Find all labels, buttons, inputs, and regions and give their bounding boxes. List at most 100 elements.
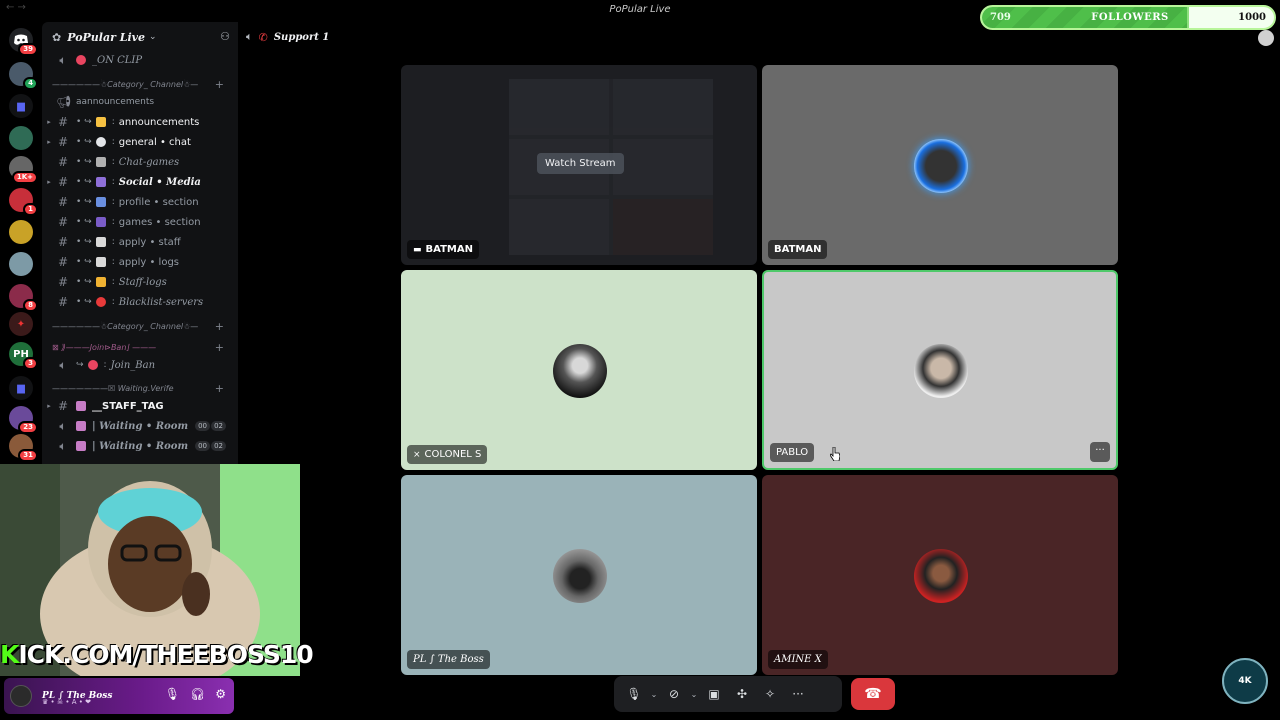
participant-name-tag: BATMAN [768, 240, 828, 259]
category-header[interactable]: ——————☃Category_ Channel☃— + [52, 76, 232, 92]
hash-icon: # [57, 215, 69, 229]
channel-blacklist-servers[interactable]: # • ↪: Blacklist-servers [42, 292, 238, 312]
discord-home-icon[interactable]: 39 [9, 28, 38, 56]
participant-name-tag: ▬ BATMAN [407, 240, 479, 259]
hash-icon: # [57, 135, 69, 149]
user-status: ♛ • ☠ • A • ❤ [42, 698, 91, 706]
server-icon[interactable]: 8 [9, 284, 38, 312]
server-header[interactable]: ✿ PoPular Live ⌄ ⚇ [42, 22, 238, 52]
participant-tile-the-boss[interactable]: PL ∫ The Boss [401, 475, 757, 675]
add-channel-icon[interactable]: + [215, 341, 224, 354]
more-options-button[interactable]: ··· [1090, 442, 1110, 462]
participant-tile-amine[interactable]: AMINE X [762, 475, 1118, 675]
chevron-down-icon[interactable]: ⌄ [648, 690, 660, 699]
activities-icon[interactable]: ✣ [728, 680, 756, 708]
voice-channel-on-clip[interactable]: 🔈︎ _ON CLIP [42, 50, 238, 70]
participant-name: PABLO [776, 447, 809, 458]
participant-tile-pablo[interactable]: PABLO ··· [762, 270, 1118, 470]
hash-icon: # [57, 295, 69, 309]
channel-chat-games[interactable]: # • ↪: Chat-games [42, 152, 238, 172]
clapper-icon [95, 157, 106, 167]
profile-icon [95, 197, 106, 207]
participant-name-tag: AMINE X [768, 650, 828, 669]
red-circle-icon [76, 55, 86, 65]
followers-goal: 1000 [1238, 12, 1266, 23]
chevron-down-icon[interactable]: ⌄ [688, 690, 700, 699]
soundboard-icon[interactable]: ✧ [756, 680, 784, 708]
wine-glass-icon [76, 401, 86, 411]
hash-icon: # [57, 235, 69, 249]
gear-icon[interactable]: ⚙ [215, 687, 226, 701]
channel-social-media[interactable]: ▸ # • ↪: Social • Media [42, 172, 238, 192]
channel-announcements[interactable]: ▸ # • ↪: announcements [42, 112, 238, 132]
channel-logo: 4K [1222, 658, 1268, 704]
category-header[interactable]: ⊠ ⟫———Join⊳Ban⌋ ——— + [52, 339, 232, 355]
category-header[interactable]: ———————☒ Waiting.Verife + [52, 380, 232, 396]
watch-stream-button[interactable]: Watch Stream [537, 153, 624, 174]
participant-name-tag: PABLO [770, 443, 815, 462]
channel-general-chat[interactable]: ▸ # • ↪: general • chat [42, 132, 238, 152]
channel-label: general • chat [118, 136, 191, 148]
avatar [914, 139, 968, 193]
add-person-icon[interactable]: ⚇ [220, 30, 230, 43]
channel-apply-staff[interactable]: # • ↪: apply • staff [42, 232, 238, 252]
channel-label: aannouncements [76, 97, 155, 107]
participant-tile-batman[interactable]: BATMAN [762, 65, 1118, 265]
server-badge: 1 [23, 203, 38, 216]
kick-url-text: ICK.COM/THEEBOSS10 [18, 640, 313, 669]
channel-games-section[interactable]: # • ↪: games • section [42, 212, 238, 232]
server-icon[interactable]: 31 [9, 434, 38, 462]
hash-icon: # [57, 115, 69, 129]
channel-profile-section[interactable]: # • ↪: profile • section [42, 192, 238, 212]
voice-channel-waiting-room[interactable]: 🔈︎ | Waiting • Room 00 02 [42, 436, 238, 456]
add-channel-icon[interactable]: + [215, 78, 224, 91]
document-icon [95, 237, 106, 247]
server-badge: 31 [18, 449, 38, 462]
add-channel-icon[interactable]: + [215, 320, 224, 333]
folder-icon[interactable]: ▆ [9, 94, 33, 118]
channel-label: Join_Ban [110, 359, 156, 371]
server-icon[interactable]: 1 [9, 188, 38, 216]
voice-channel-waiting-room[interactable]: 🔈︎ | Waiting • Room 00 02 [42, 416, 238, 436]
server-icon[interactable] [9, 220, 33, 244]
server-icon[interactable] [9, 252, 33, 276]
server-icon[interactable]: ✦ [9, 312, 33, 336]
channel-label: Staff-logs [118, 276, 167, 288]
participant-tile-colonel[interactable]: ⨯ COLONEL S [401, 270, 757, 470]
hash-icon: # [57, 275, 69, 289]
wine-glass-icon [76, 421, 86, 431]
voice-channel-join-ban[interactable]: 🔈︎ ↪: Join_Ban [42, 355, 238, 375]
channel-apply-logs[interactable]: # • ↪: apply • logs [42, 252, 238, 272]
avatar[interactable] [10, 685, 32, 707]
add-channel-icon[interactable]: + [215, 382, 224, 395]
channel-staff-tag[interactable]: ▸ # __STAFF_TAG [42, 396, 238, 416]
channel-staff-logs[interactable]: # • ↪: Staff-logs [42, 272, 238, 292]
avatar [553, 344, 607, 398]
chat-bubble-icon[interactable] [1258, 30, 1274, 46]
server-icon[interactable] [9, 126, 33, 150]
server-icon[interactable]: 1K+ [9, 156, 38, 184]
channel-announcements-cat[interactable]: 📢︎ aannouncements [42, 92, 238, 112]
microphone-icon[interactable]: 🎙︎ [620, 680, 648, 708]
more-icon[interactable]: ··· [784, 680, 812, 708]
headphones-icon[interactable]: 🎧︎ [190, 687, 205, 701]
speaker-icon: 🔈︎ [59, 418, 67, 433]
server-badge: 4 [23, 77, 38, 90]
screen-share-icon[interactable]: ▣ [700, 680, 728, 708]
camera-off-icon[interactable]: ⊘ [660, 680, 688, 708]
participant-tile-batman-stream[interactable]: Watch Stream ▬ BATMAN [401, 65, 757, 265]
server-settings-icon: ✿ [52, 30, 62, 44]
channel-label: | Waiting • Room [92, 440, 189, 452]
gamepad-icon [95, 217, 106, 227]
disconnect-button[interactable]: ☎︎ [851, 678, 895, 710]
server-icon-dm[interactable]: 4 [9, 62, 38, 90]
participant-name: AMINE X [774, 654, 822, 665]
channel-label: Social • Media [118, 176, 201, 188]
channel-label: profile • section [118, 196, 199, 208]
folder-icon[interactable]: ▆ [9, 376, 33, 400]
participant-name: PL ∫ The Boss [413, 654, 484, 665]
category-header[interactable]: ——————☃Category_ Channel☃— + [52, 318, 232, 334]
microphone-icon[interactable]: 🎙︎ [165, 687, 180, 701]
server-icon[interactable]: PH 3 [9, 342, 38, 370]
server-icon[interactable]: 23 [9, 406, 38, 434]
